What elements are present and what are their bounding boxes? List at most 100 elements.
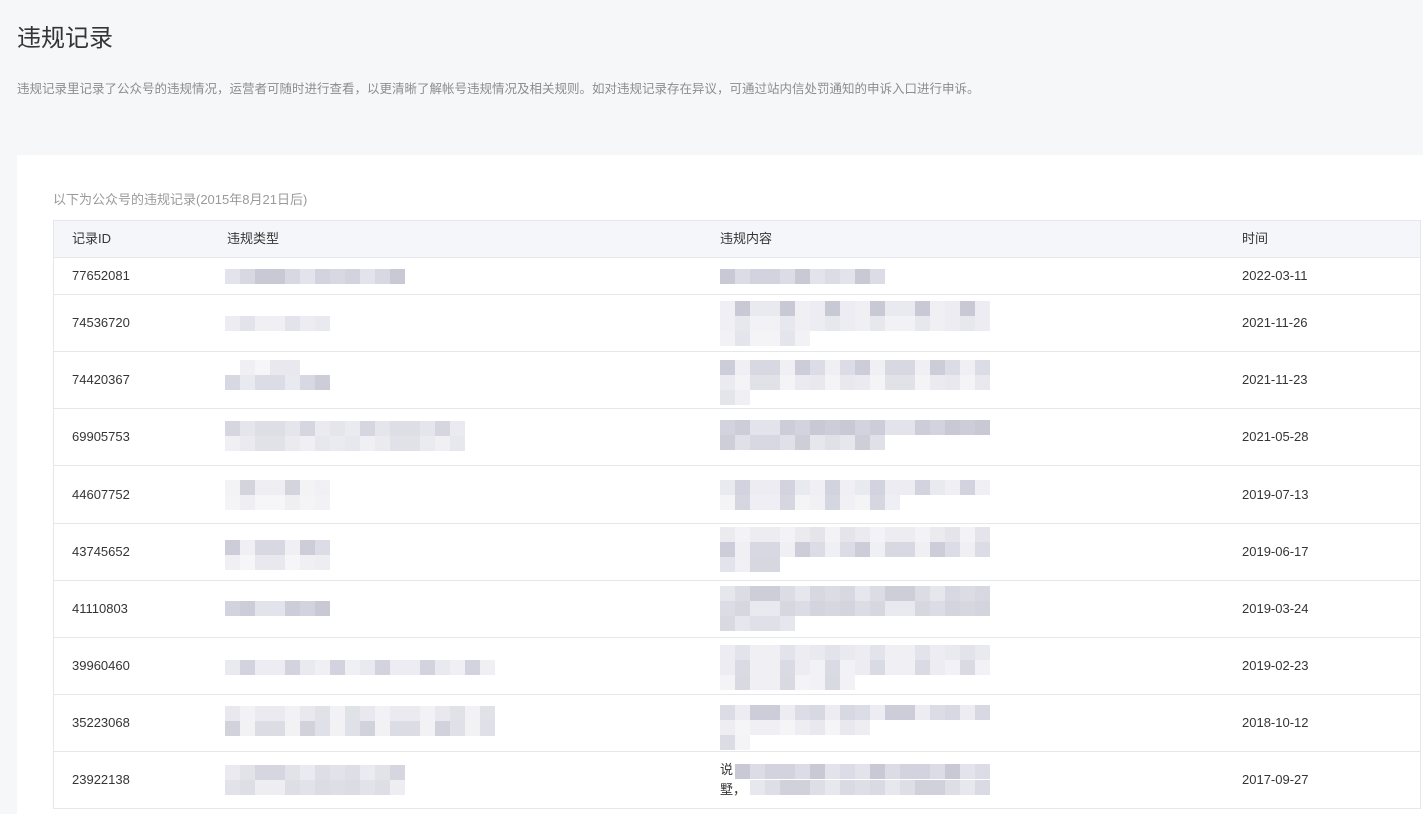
table-row: 39960460 2019-02-23 [54,637,1420,694]
table-row: 35223068 2018-10-12 [54,694,1420,751]
redacted-mosaic-line [720,527,990,542]
redacted-mosaic-line [225,375,330,390]
table-header: 记录ID 违规类型 违规内容 时间 [54,221,1420,257]
redacted-mosaic [209,258,702,294]
redacted-mosaic-line [720,557,780,572]
violation-type-cell [209,409,702,465]
column-header-type: 违规类型 [227,231,280,246]
redacted-mosaic [702,752,1224,808]
violation-content-cell [702,695,1224,751]
redacted-mosaic [702,409,1224,465]
violation-type-cell [209,258,702,294]
violation-type-cell [209,581,702,637]
record-id: 41110803 [72,601,128,616]
record-time: 2021-11-23 [1242,372,1308,387]
record-time: 2019-07-13 [1242,486,1309,502]
record-id: 74536720 [72,315,130,330]
redacted-mosaic-line [225,706,495,721]
redacted-mosaic-line [720,435,885,450]
redacted-mosaic [702,466,1224,523]
redacted-mosaic [209,409,702,465]
table-row: 74536720 2021-11-26 [54,294,1420,351]
violation-type-cell [209,752,702,808]
redacted-mosaic-line [720,645,990,660]
redacted-mosaic-line [720,495,900,510]
record-id: 69905753 [72,429,130,444]
redacted-mosaic-line [720,375,990,390]
record-id-cell: 23922138 [54,752,209,808]
record-id: 44607752 [72,486,130,502]
record-time-cell: 2019-06-17 [1224,524,1420,580]
records-panel: 以下为公众号的违规记录(2015年8月21日后) 记录ID 违规类型 违规内容 … [17,155,1423,814]
redacted-mosaic-line [720,316,990,331]
redacted-mosaic-line [225,421,465,436]
record-id: 23922138 [72,772,130,787]
record-time-cell: 2019-02-23 [1224,638,1420,694]
redacted-mosaic-line [240,360,300,375]
record-time-cell: 2021-11-26 [1224,295,1420,351]
violation-type-cell [209,352,702,408]
table-row: 23922138 说 墅， 2017-09-27 [54,751,1420,808]
redacted-mosaic-line [750,780,990,795]
redacted-mosaic [702,295,1224,351]
redacted-mosaic [209,695,702,751]
redacted-mosaic-line [720,675,855,690]
record-time-cell: 2018-10-12 [1224,695,1420,751]
redacted-mosaic-line [720,390,750,405]
redacted-mosaic-line [225,601,330,616]
record-id: 39960460 [72,658,130,673]
record-time-cell: 2017-09-27 [1224,752,1420,808]
redacted-mosaic [209,466,702,523]
violation-content-line: 墅， [720,782,747,797]
redacted-mosaic-line [225,436,465,451]
column-header-time: 时间 [1242,231,1269,246]
violation-content-visible-text: 说 墅， [720,760,746,800]
violation-type-cell [209,695,702,751]
record-time: 2021-05-28 [1242,429,1309,444]
table-row: 69905753 2021-05-28 [54,408,1420,465]
redacted-mosaic-line [225,480,330,495]
record-time-cell: 2021-11-23 [1224,352,1420,408]
redacted-mosaic-line [720,269,885,284]
redacted-mosaic-line [225,780,405,795]
redacted-mosaic [702,581,1224,637]
redacted-mosaic-line [720,660,990,675]
violation-content-cell [702,352,1224,408]
table-row: 77652081 2022-03-11 [54,257,1420,294]
record-time-cell: 2019-07-13 [1224,466,1420,523]
redacted-mosaic-line [225,555,330,570]
record-time: 2022-03-11 [1242,268,1308,283]
record-id: 43745652 [72,544,130,559]
record-id-cell: 41110803 [54,581,209,637]
violation-content-cell [702,524,1224,580]
record-time-cell: 2021-05-28 [1224,409,1420,465]
violation-type-cell [209,524,702,580]
violation-content-cell: 说 墅， [702,752,1224,808]
record-time: 2021-11-26 [1242,315,1308,330]
record-id-cell: 77652081 [54,258,209,294]
record-id: 35223068 [72,715,130,730]
redacted-mosaic-line [735,764,990,779]
page-title: 违规记录 [17,25,113,52]
violation-type-cell [209,466,702,523]
redacted-mosaic [209,295,702,351]
violation-content-cell [702,581,1224,637]
redacted-mosaic [702,258,1224,294]
record-id: 77652081 [72,268,130,283]
record-id: 74420367 [72,372,130,387]
violation-content-cell [702,295,1224,351]
redacted-mosaic-line [225,316,330,331]
record-id-cell: 69905753 [54,409,209,465]
redacted-mosaic-line [720,480,990,495]
table-row: 44607752 2019-07-13 [54,465,1420,523]
column-header-id: 记录ID [72,231,112,246]
redacted-mosaic [702,638,1224,694]
redacted-mosaic-line [720,720,870,735]
record-time: 2019-06-17 [1242,544,1309,559]
violation-type-cell [209,295,702,351]
redacted-mosaic-line [225,660,495,675]
redacted-mosaic [702,695,1224,751]
redacted-mosaic-line [720,735,750,750]
column-header-content: 违规内容 [720,231,773,246]
table-row: 43745652 2019-06-17 [54,523,1420,580]
